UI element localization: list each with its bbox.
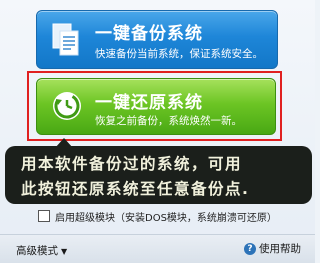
restore-tooltip: 用本软件备份过的系统，可用 此按钮还原系统至任意备份点. [5,146,312,204]
one-key-restore-button[interactable]: 一键还原系统 恢复之前备份，系统焕然一新。 [36,78,276,135]
main-panel: 一键备份系统 快速备份当前系统，保证系统安全。 一键还原系统 恢复之前备份，系统… [0,0,315,263]
super-module-checkbox[interactable] [38,210,50,222]
help-label: 使用帮助 [259,243,301,255]
one-key-backup-button[interactable]: 一键备份系统 快速备份当前系统，保证系统安全。 [36,10,278,69]
tooltip-line-1: 用本软件备份过的系统，可用 [21,155,243,173]
super-module-label: 启用超级模块（安装DOS模块，系统崩溃可还原） [55,212,277,224]
advanced-mode-label: 高级模式 [16,245,58,257]
chevron-down-icon: ▼ [61,247,68,256]
super-module-option[interactable]: 启用超级模块（安装DOS模块，系统崩溃可还原） [38,209,277,224]
restore-subtitle: 恢复之前备份，系统焕然一新。 [95,115,242,127]
bottom-bar: 高级模式 ▼ ? 使用帮助 [0,234,315,263]
clock-restore-icon [53,92,81,120]
tooltip-line-2: 此按钮还原系统至任意备份点. [21,180,250,198]
backup-title: 一键备份系统 [95,24,203,44]
document-copy-icon [52,23,79,56]
advanced-mode-menu[interactable]: 高级模式 ▼ [16,243,67,258]
restore-title: 一键还原系统 [95,93,203,113]
help-icon: ? [244,242,256,255]
help-link[interactable]: ? 使用帮助 [244,241,301,256]
backup-subtitle: 快速备份当前系统，保证系统安全。 [95,48,263,60]
